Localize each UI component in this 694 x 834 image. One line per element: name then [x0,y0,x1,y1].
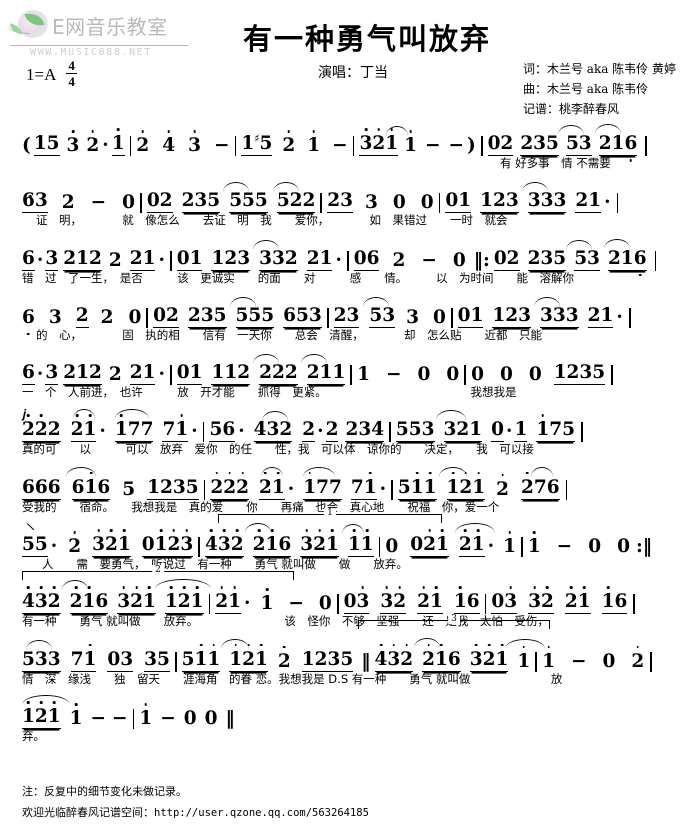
notes-row: 63 2 − 0 02 235 555 522 23 3 0 0 01 123 … [22,182,680,214]
notes-row: 6 · 3 212 2 21 · 01 123 332 21 · 06 2 − 0 … [22,238,680,271]
lyric-text: 真的可 以 可以 放弃 爱你 的任 性，我 可以体 谅你的 决定， 我 可以接 [22,442,534,457]
transcriber-credit: 记谱：桃李醉春风 [522,101,619,116]
volta-label: 2 [152,565,164,576]
notes-row: 121 1 − − 1 − 0 0 ‖ [22,694,680,729]
footnote-space-label: 欢迎光临醉春风记谱空间： [22,805,154,819]
lyrics-row: 的 心， 固 执的相 信有 一天你 总会 清醒， 却 怎么贴 近都 只能 [22,327,680,349]
lyrics-row: 证 明， 就 像怎么 去证 明 我 爱你， 如 果错过 一时 就会 [22,212,680,234]
time-denominator: 4 [68,74,75,89]
score-line: 63 2 − 0 02 235 555 522 23 3 0 0 01 123 … [0,182,694,240]
notes-row: 6 3 2 2 0 02 235 555 653 23 53 3 0 01 12… [22,296,680,328]
lyric-text: 错 过 了一生， 是否 该 更诚实 的面 对 感 情。 以 为时间 能 溶解你 [22,270,574,285]
lyric-text: 一 个 人前进， 也许 放 开才能 抓得 更紧。 我想我是 [22,385,517,400]
notes-row: ( 15 3 2 · 1 2 4 3 − 1♯5 2 1 − 321 1 − −… [22,124,680,156]
lyrics-row: 情 深 缘浅 独 留天 涯海角 的眷 恋。我想我是 D.S 有一种 勇气 就叫做… [22,671,680,693]
lyrics-row: 弃。 [22,728,680,750]
key-label: 1= [26,64,45,84]
singer-credit: 演唱：丁当 [318,65,388,81]
score-line: 6 3 2 2 0 02 235 555 653 23 53 3 0 01 12… [0,296,694,355]
credits-block: 词：木兰号 aka 陈韦伶 黄婷 曲：木兰号 aka 陈韦伶 记谱：桃李醉春风 [523,60,676,119]
volta-label: 3 [448,613,460,624]
volta-bracket-3: 3 [358,613,550,629]
lyric-text: 弃。 [22,728,45,743]
lyrics-row: 一 个 人前进， 也许 放 开才能 抓得 更紧。 我想我是 [22,384,680,406]
lyricist-credit: 词：木兰号 aka 陈韦伶 黄婷 [522,62,676,76]
notes-row: 6 · 3 212 2 21 · 01 112 222 211 1 − 0 0 0 … [22,354,680,386]
notes-row: 55 · 2 321 0123 432 216 321 11 0 021 21 … [20,523,680,558]
score-line: 3 533 71 03 35 511 121 2 1235 ‖ 432 216 … [0,613,694,699]
lyrics-row: 有 好多事 情 不需要 [22,155,680,177]
notes-row: 𝒋 222 21 · 177 71 · 56 · 432 2 · 2 234 553 … [22,407,680,443]
lyric-text: 人 需 要勇气， 听说过 有一种 勇气 就叫做 做 放弃。 [42,557,408,572]
notes-row: 533 71 03 35 511 121 2 1235 ‖ 432 216 32… [22,637,680,672]
score-line: 121 1 − − 1 − 0 0 ‖ 弃。 [0,694,694,756]
key-signature: 1= A 4 4 [26,59,198,89]
notes-row: 432 216 321 121 21 · 1 − 0 03 32 21 16 0… [22,579,680,615]
volta-label: 1 [324,508,336,519]
time-signature: 4 4 [66,59,77,88]
volta-bracket-1: 1 [218,508,442,524]
footnote-space-url[interactable]: http://user.qzone.qq.com/563264185 [154,807,369,819]
score-line: ( 15 3 2 · 1 2 4 3 − 1♯5 2 1 − 321 1 − −… [0,124,694,183]
score-line: 2 432 216 321 121 21 · 1 − 0 03 32 21 16… [0,565,694,641]
score-line: 6 · 3 212 2 21 · 01 112 222 211 1 − 0 0 0 … [0,354,694,412]
lyric-text: 有 好多事 情 不需要 [500,156,611,170]
lyric-text: 的 心， 固 执的相 信有 一天你 总会 清醒， 却 怎么贴 近都 只能 [36,327,542,342]
footnote-note: 注：反复中的细节变化未做记录。 [22,785,187,798]
time-numerator: 4 [66,58,77,74]
lyrics-row: 错 过 了一生， 是否 该 更诚实 的面 对 感 情。 以 为时间 能 溶解你 [22,270,680,292]
key-value: A [44,64,57,84]
score-line: 6 · 3 212 2 21 · 01 123 332 21 · 06 2 − 0 … [0,238,694,298]
composer-credit: 曲：木兰号 aka 陈韦伶 [522,81,649,96]
lyric-text: 证 明， 就 像怎么 去证 明 我 爱你， 如 果错过 一时 就会 [36,213,508,228]
lyric-text: 受我的 宿命。 我想我是 真的爱 你 再痛 也会 真心地 祝福 你，爱一个 [22,499,500,514]
score-line: 𝒋 222 21 · 177 71 · 56 · 432 2 · 2 234 553 … [0,407,694,469]
volta-bracket-2: 2 [22,565,294,581]
score-body: ( 15 3 2 · 1 2 4 3 − 1♯5 2 1 − 321 1 − −… [0,124,694,756]
notes-row: 666 616 5 1235 222 21 · 177 71 · 511 121… [22,466,680,500]
footnote-space: 欢迎光临醉春风记谱空间：http://user.qzone.qq.com/563… [22,803,369,824]
lyrics-row: 真的可 以 可以 放弃 爱你 的任 性，我 可以体 谅你的 决定， 我 可以接 [22,441,680,463]
page-title: 有一种勇气叫放弃 [242,22,491,56]
footnotes-block: 注：反复中的细节变化未做记录。 欢迎光临醉春风记谱空间：http://user.… [22,782,369,824]
lyric-text: 情 深 缘浅 独 留天 涯海角 的眷 恋。我想我是 D.S 有一种 勇气 就叫做… [22,671,563,686]
lyrics-row: 有一种 勇气 就叫做 放弃。 该 怪你 不够 坚强 还 是我 太怕 受伤， [22,613,680,635]
